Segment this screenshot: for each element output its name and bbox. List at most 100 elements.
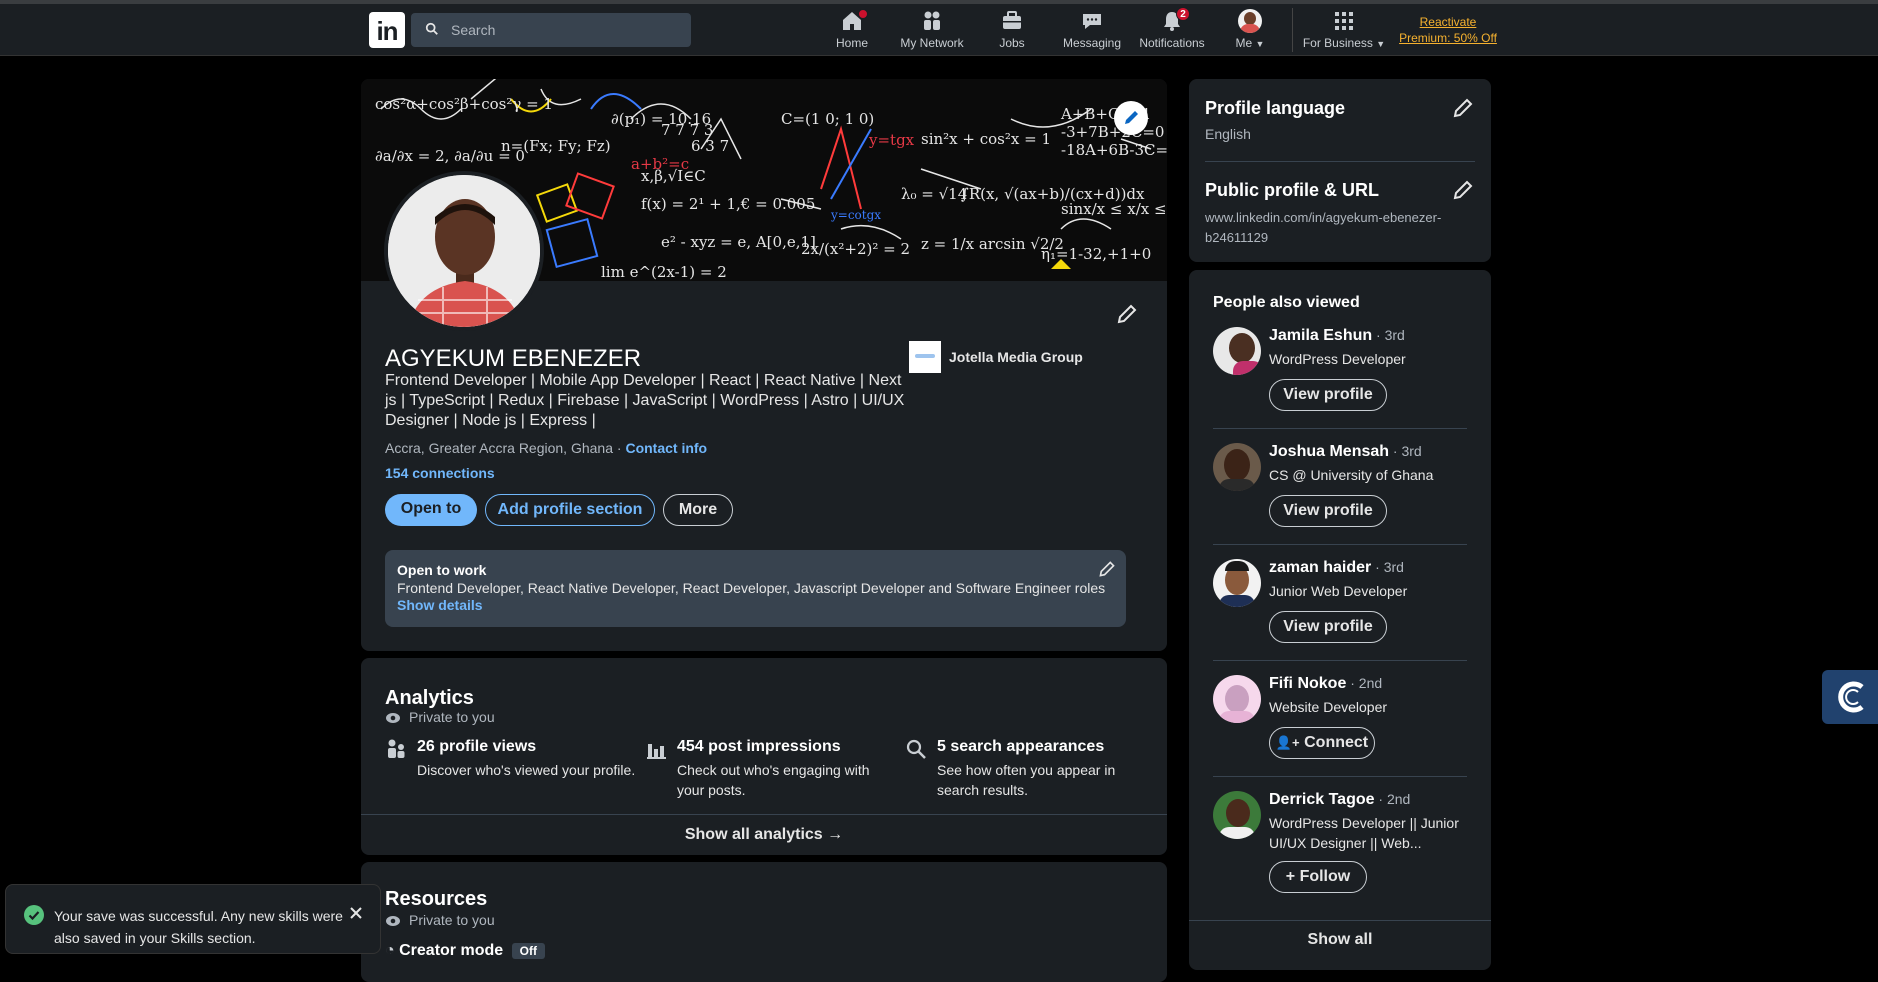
- floating-extension-button[interactable]: [1822, 670, 1878, 724]
- open-to-button[interactable]: Open to: [385, 494, 477, 526]
- person-name-text: zaman haider: [1269, 559, 1372, 576]
- success-toast: Your save was successful. Any new skills…: [5, 884, 381, 954]
- resources-private-label: Private to you: [409, 912, 495, 928]
- svg-text:e² - xyz = e, A[0,e,1]: e² - xyz = e, A[0,e,1]: [661, 233, 816, 251]
- nav-jobs-label: Jobs: [999, 36, 1025, 50]
- avatar[interactable]: [1213, 559, 1261, 607]
- search-icon: [906, 739, 926, 759]
- c-logo-icon: [1838, 681, 1864, 713]
- open-to-work-roles: Frontend Developer, React Native Develop…: [397, 580, 1106, 596]
- avatar[interactable]: [1213, 791, 1261, 839]
- connection-degree: · 3rd: [1389, 443, 1422, 459]
- chevron-down-icon: ▼: [1255, 39, 1265, 49]
- list-item: zaman haider · 3rd Junior Web Developer …: [1213, 559, 1467, 643]
- person-name[interactable]: Jamila Eshun · 3rd: [1269, 327, 1405, 345]
- profile-language-value: English: [1205, 126, 1251, 142]
- nav-notifications[interactable]: 2 Notifications: [1136, 7, 1208, 55]
- analytics-private-label: Private to you: [409, 709, 495, 725]
- search-input[interactable]: Search: [411, 13, 691, 47]
- home-dot-badge: [858, 9, 868, 19]
- analytics-card: Analytics Private to you 26 profile view…: [361, 658, 1167, 855]
- chevron-down-icon: ▼: [1376, 39, 1386, 49]
- eye-icon: [386, 713, 400, 723]
- show-all-analytics-button[interactable]: Show all analytics →: [361, 814, 1167, 855]
- creator-mode-row[interactable]: ◔ Creator mode Off: [385, 942, 545, 960]
- edit-language-pencil-icon[interactable]: [1452, 97, 1474, 119]
- eye-icon: [386, 916, 400, 926]
- people-also-viewed-card: People also viewed Jamila Eshun · 3rd Wo…: [1189, 270, 1491, 970]
- profile-headline: Frontend Developer | Mobile App Develope…: [385, 372, 905, 429]
- add-person-icon: 👤+: [1275, 735, 1300, 750]
- avatar: [1238, 9, 1262, 33]
- nav-me[interactable]: Me ▼: [1232, 9, 1268, 55]
- edit-open-to-work-pencil-icon[interactable]: [1098, 560, 1116, 578]
- person-name[interactable]: Fifi Nokoe · 2nd: [1269, 675, 1382, 693]
- add-profile-section-button[interactable]: Add profile section: [485, 494, 655, 526]
- network-icon: [924, 11, 940, 30]
- contact-info-link[interactable]: Contact info: [625, 440, 707, 456]
- avatar[interactable]: [1213, 443, 1261, 491]
- profile-top-card: cos²α+cos²β+cos²γ = 1 ∂a/∂x = 2, ∂a/∂u =…: [361, 79, 1167, 651]
- people-icon: [388, 739, 405, 758]
- person-name[interactable]: Joshua Mensah · 3rd: [1269, 443, 1422, 461]
- list-item: Jamila Eshun · 3rd WordPress Developer V…: [1213, 327, 1467, 411]
- follow-button[interactable]: + Follow: [1269, 861, 1367, 893]
- divider: [1213, 544, 1467, 545]
- divider: [1213, 660, 1467, 661]
- open-to-work-card: Open to work Frontend Developer, React N…: [385, 550, 1126, 627]
- view-profile-button[interactable]: View profile: [1269, 495, 1387, 527]
- close-icon[interactable]: [346, 903, 366, 923]
- svg-text:-3+7B+2C=0: -3+7B+2C=0: [1061, 123, 1164, 141]
- person-headline: Website Developer: [1269, 699, 1388, 715]
- nav-my-network-label: My Network: [900, 36, 964, 50]
- plus-icon: +: [1285, 868, 1296, 885]
- nav-my-network[interactable]: My Network: [896, 9, 968, 55]
- avatar[interactable]: [1213, 327, 1261, 375]
- svg-text:-18A+6B-3C=15: -18A+6B-3C=15: [1061, 141, 1167, 159]
- messaging-icon: [1083, 14, 1101, 29]
- person-name-text: Joshua Mensah: [1269, 443, 1390, 460]
- public-profile-url[interactable]: www.linkedin.com/in/agyekum-ebenezer- b2…: [1205, 208, 1441, 248]
- premium-offer-link[interactable]: Reactivate Premium: 50% Off: [1396, 14, 1500, 46]
- person-headline: CS @ University of Ghana: [1269, 467, 1434, 483]
- svg-text:sin²x + cos²x = 1: sin²x + cos²x = 1: [921, 130, 1051, 148]
- resources-card: Resources Private to you ◔ Creator mode …: [361, 862, 1167, 982]
- person-name[interactable]: Derrick Tagoe · 2nd: [1269, 791, 1410, 809]
- resources-private-row: Private to you: [385, 912, 495, 928]
- view-profile-button[interactable]: View profile: [1269, 611, 1387, 643]
- profile-photo-image: [388, 175, 540, 327]
- person-name[interactable]: zaman haider · 3rd: [1269, 559, 1404, 577]
- nav-messaging[interactable]: Messaging: [1062, 9, 1122, 55]
- edit-intro-pencil-icon[interactable]: [1116, 303, 1138, 325]
- search-placeholder: Search: [451, 22, 496, 38]
- person-name-text: Jamila Eshun: [1269, 327, 1373, 344]
- nav-jobs[interactable]: Jobs: [992, 9, 1032, 55]
- linkedin-logo[interactable]: in: [369, 12, 405, 48]
- analytics-private-row: Private to you: [385, 709, 495, 725]
- connect-button[interactable]: 👤+ Connect: [1269, 727, 1375, 759]
- show-details-link[interactable]: Show details: [397, 597, 483, 613]
- connection-degree: · 3rd: [1372, 327, 1405, 343]
- stat-desc: See how often you appear in search resul…: [937, 762, 1116, 798]
- notification-count-badge: 2: [1176, 7, 1190, 21]
- public-profile-url-line-1: www.linkedin.com/in/agyekum-ebenezer-: [1205, 210, 1442, 225]
- svg-text:y=cotgx: y=cotgx: [830, 208, 881, 222]
- list-item: Derrick Tagoe · 2nd WordPress Developer …: [1213, 791, 1467, 895]
- people-also-viewed-title: People also viewed: [1213, 294, 1360, 311]
- edit-url-pencil-icon[interactable]: [1452, 179, 1474, 201]
- edit-banner-button[interactable]: [1114, 101, 1148, 135]
- nav-for-business[interactable]: For Business ▼: [1302, 9, 1386, 55]
- avatar[interactable]: [1213, 675, 1261, 723]
- connections-link[interactable]: 154 connections: [385, 465, 495, 481]
- toast-message: Your save was successful. Any new skills…: [54, 908, 343, 946]
- briefcase-icon: [1003, 11, 1021, 29]
- divider: [1205, 161, 1475, 162]
- svg-text:a+b²=c: a+b²=c: [631, 155, 689, 173]
- show-all-people-button[interactable]: Show all: [1189, 920, 1491, 960]
- nav-home[interactable]: Home: [826, 9, 878, 55]
- check-circle-icon: [24, 905, 44, 925]
- more-button[interactable]: More: [663, 494, 733, 526]
- view-profile-button[interactable]: View profile: [1269, 379, 1387, 411]
- profile-photo[interactable]: [384, 171, 544, 331]
- svg-text:6 3 7: 6 3 7: [691, 137, 729, 155]
